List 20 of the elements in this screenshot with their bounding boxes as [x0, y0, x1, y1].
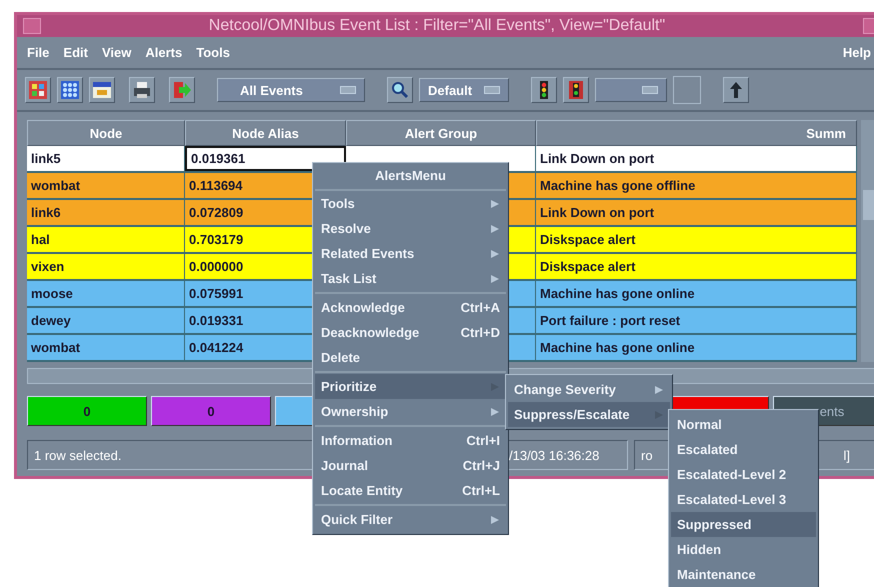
table-cell: vixen: [27, 254, 185, 279]
table-cell: Diskspace alert: [536, 254, 857, 279]
status-text: l]: [844, 447, 850, 465]
table-cell: Machine has gone online: [536, 281, 857, 306]
table-cell: hal: [27, 227, 185, 252]
table-cell: Link Down on port: [536, 200, 857, 225]
table-cell: Diskspace alert: [536, 227, 857, 252]
table-cell: Port failure : port reset: [536, 308, 857, 333]
table-cell: wombat: [27, 173, 185, 198]
window-title: Netcool/OMNIbus Event List : Filter="All Events", View="Default": [208, 17, 666, 35]
table-cell: Machine has gone online: [536, 335, 857, 360]
table-cell: Link Down on port: [536, 146, 857, 171]
table-cell: link6: [27, 200, 185, 225]
table-cell: Machine has gone offline: [536, 173, 857, 198]
status-user: ro: [641, 447, 653, 465]
menu-title: AlertsMenu: [315, 165, 506, 191]
table-cell: link5: [27, 146, 185, 171]
table-cell: wombat: [27, 335, 185, 360]
table-cell: dewey: [27, 308, 185, 333]
table-cell: moose: [27, 281, 185, 306]
